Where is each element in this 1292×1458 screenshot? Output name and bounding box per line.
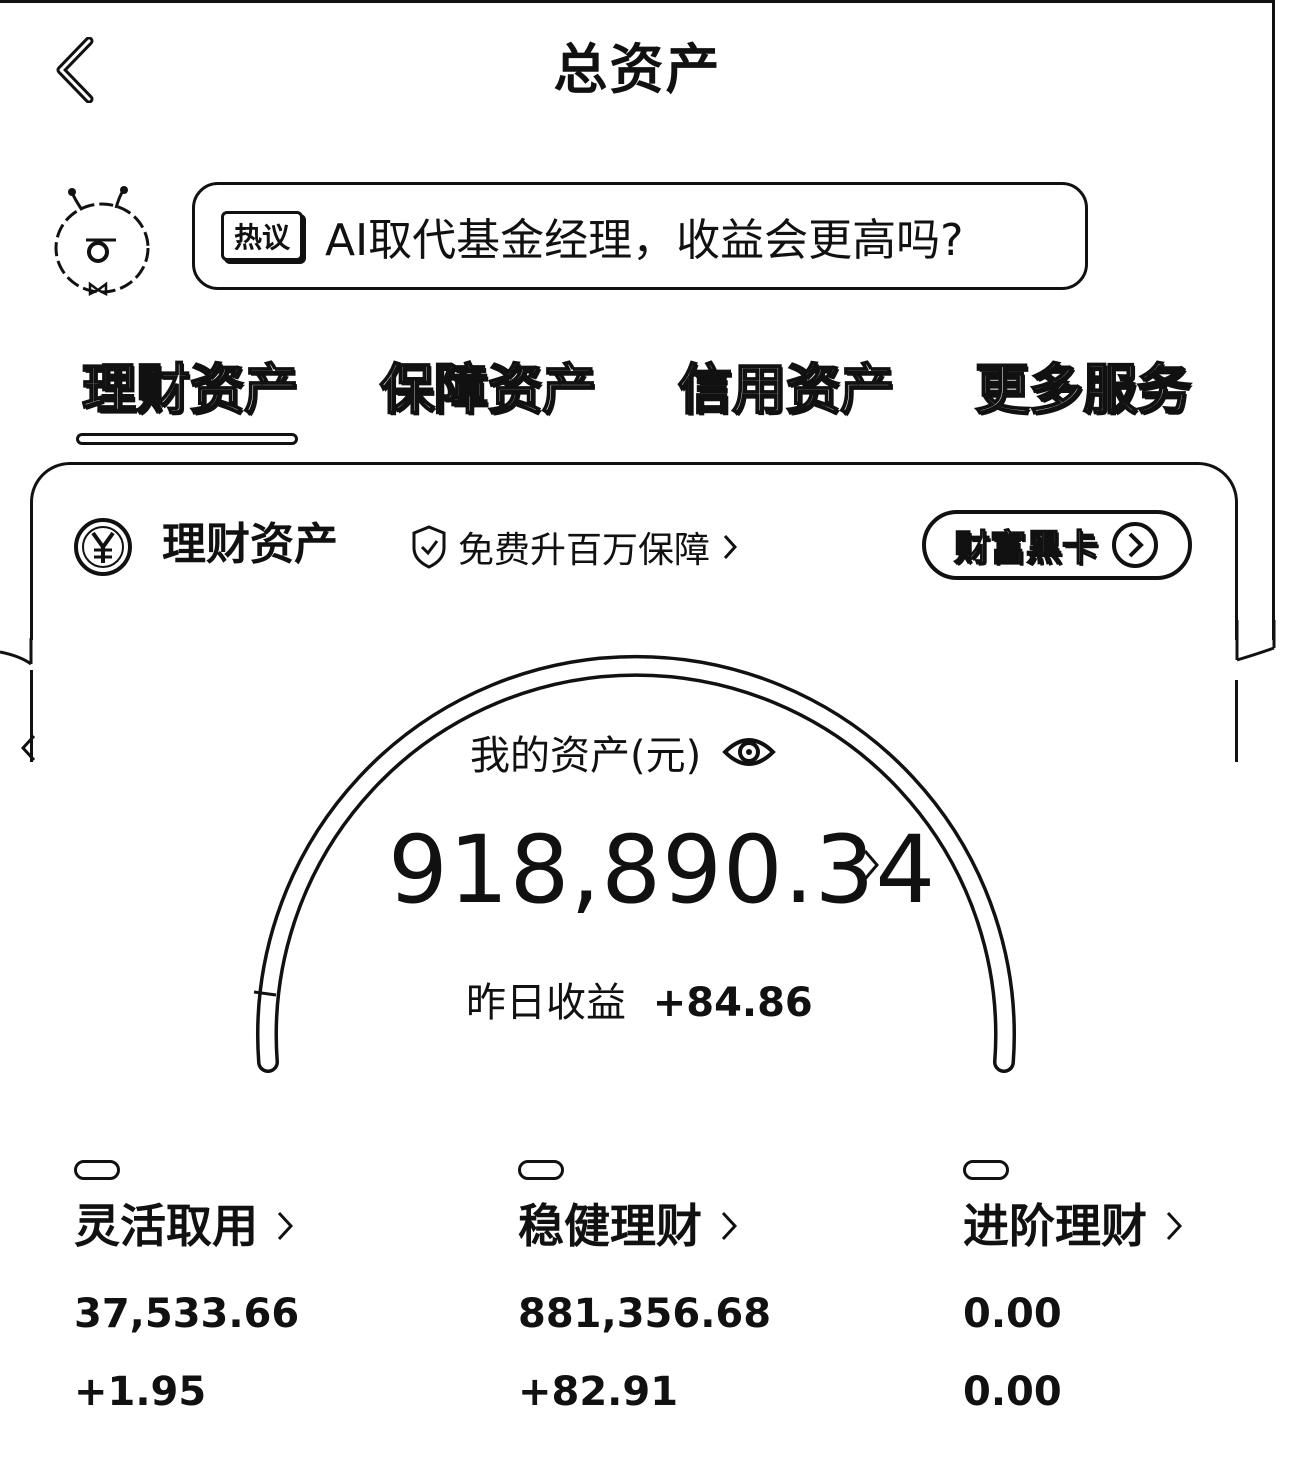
category-color-dot — [74, 1160, 120, 1180]
tab-more-services[interactable]: 更多服务 — [974, 350, 1192, 430]
frame-top-border — [0, 0, 1275, 3]
category-color-dot — [518, 1160, 564, 1180]
ai-topic-text: AI取代基金经理，收益会更高吗? — [325, 215, 964, 266]
chevron-right-icon — [723, 534, 738, 560]
tab-insurance-assets[interactable]: 保障资产 — [379, 350, 597, 430]
yesterday-earnings: 昨日收益 +84.86 — [466, 973, 813, 1033]
card-title: 理财资产 — [162, 519, 338, 570]
category-flexible[interactable]: 灵活取用 37,533.66 +1.95 — [74, 1160, 414, 1420]
category-steady[interactable]: 稳健理财 881,356.68 +82.91 — [518, 1160, 858, 1420]
yesterday-earnings-label: 昨日收益 — [466, 980, 626, 1026]
chevron-right-icon — [277, 1211, 294, 1241]
circle-arrow-right-icon — [1112, 522, 1158, 568]
shield-check-icon — [412, 525, 446, 569]
yen-icon — [73, 517, 133, 577]
chevron-right-icon — [721, 1211, 738, 1241]
category-advanced[interactable]: 进阶理财 0.00 0.00 — [963, 1160, 1292, 1420]
category-value: 881,356.68 — [518, 1291, 772, 1337]
category-title[interactable]: 进阶理财 — [963, 1196, 1185, 1256]
tab-wealth-assets[interactable]: 理财资产 — [81, 350, 299, 430]
mascot-icon — [54, 186, 150, 297]
hot-topic-tag: 热议 — [221, 211, 304, 261]
category-change: +82.91 — [518, 1369, 679, 1415]
total-assets-chevron[interactable] — [858, 845, 886, 885]
active-tab-indicator — [76, 433, 298, 445]
mascot-avatar[interactable] — [44, 180, 164, 300]
my-assets-label-row: 我的资产(元) — [470, 722, 777, 782]
category-change: +1.95 — [74, 1369, 207, 1415]
yesterday-earnings-value: +84.86 — [652, 980, 813, 1026]
category-title-label: 稳健理财 — [518, 1199, 702, 1253]
previous-page-arrow[interactable] — [14, 730, 44, 766]
category-title[interactable]: 稳健理财 — [518, 1196, 740, 1256]
chevron-right-icon — [1166, 1211, 1183, 1241]
category-value: 37,533.66 — [74, 1291, 300, 1337]
page-title: 总资产 — [553, 38, 722, 101]
category-title-label: 灵活取用 — [74, 1199, 258, 1253]
total-assets-value[interactable]: 918,890.34 — [388, 816, 936, 926]
category-color-dot — [963, 1160, 1009, 1180]
category-title[interactable]: 灵活取用 — [74, 1196, 296, 1256]
my-assets-label: 我的资产(元) — [470, 733, 702, 779]
wealth-black-card-label: 财富黑卡 — [953, 527, 1099, 570]
card-corner-right — [1235, 620, 1276, 662]
category-value: 0.00 — [963, 1291, 1062, 1337]
card-corner-left — [0, 638, 33, 666]
chevron-left-small-icon — [20, 734, 36, 762]
free-insurance-link[interactable]: 免费升百万保障 — [410, 519, 740, 575]
free-insurance-text: 免费升百万保障 — [458, 530, 711, 571]
wealth-black-card-button[interactable]: 财富黑卡 — [922, 510, 1192, 580]
category-title-label: 进阶理财 — [963, 1199, 1147, 1253]
tab-credit-assets[interactable]: 信用资产 — [677, 350, 895, 430]
eye-icon[interactable] — [721, 732, 777, 772]
ai-topic-banner[interactable]: 热议 AI取代基金经理，收益会更高吗? — [192, 182, 1088, 290]
chevron-right-icon — [863, 850, 879, 880]
category-change: 0.00 — [963, 1369, 1062, 1415]
